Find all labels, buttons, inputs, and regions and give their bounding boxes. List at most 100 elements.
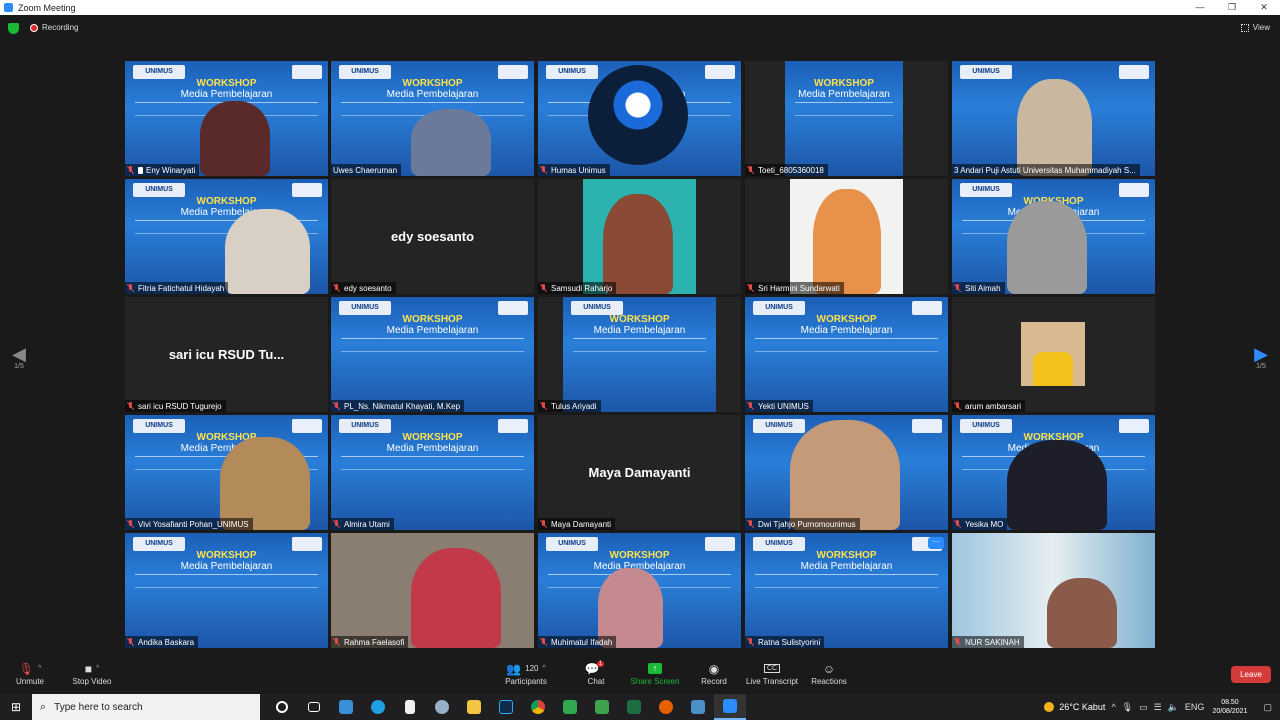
task-view-icon[interactable] [298,694,330,720]
video-tile[interactable]: UNIMUS WORKSHOP Media Pembelajaran PL_Ns. … [331,297,534,412]
cortana-icon[interactable] [266,694,298,720]
window-titlebar: Zoom Meeting — ❐ ✕ [0,0,1280,15]
network-icon[interactable]: ☰ [1154,702,1162,713]
video-tile[interactable]: UNIMUS WORKSHOP Media Pembelajaran Muhimat… [538,533,741,648]
mic-muted-icon [747,638,754,646]
record-icon: ◉ [708,661,720,676]
video-tile[interactable]: UNIMUSWORKSHOPMedia Pembelajaran Siti Ai… [952,179,1155,294]
photos-icon[interactable] [682,694,714,720]
video-tile[interactable]: sari icu RSUD Tu... sari icu RSUD Tugure… [125,297,328,412]
view-button[interactable]: View [1240,23,1270,32]
chrome-icon[interactable] [522,694,554,720]
participant-name-label: 3 Andari Puji Astuti Universitas Muhamma… [952,164,1140,176]
window-title: Zoom Meeting [18,2,76,13]
video-tile[interactable]: UNIMUS WORKSHOP Media Pembelajaran Fitria … [125,179,328,294]
mail-icon[interactable] [330,694,362,720]
participants-button[interactable]: 👥 120 ^ Participants [491,660,561,687]
recording-indicator[interactable]: Recording [30,23,78,32]
minimize-button[interactable]: — [1184,0,1216,15]
video-tile[interactable]: Rahma Faelasofi [331,533,534,648]
participant-display-name: sari icu RSUD Tu... [168,347,285,362]
camtasia-icon[interactable] [554,694,586,720]
video-tile[interactable]: UNIMUS 3 Andari Puji Astuti Universitas … [952,61,1155,176]
leave-button[interactable]: Leave [1231,666,1271,683]
video-tile[interactable]: arum ambarsari [952,297,1155,412]
participant-display-name: Maya Damayanti [588,465,691,480]
video-tile[interactable]: NUR SAKINAH [952,533,1155,648]
mic-muted-icon [954,402,961,410]
weather-icon [1044,702,1055,712]
tray-chevron-icon[interactable]: ^ [1111,702,1115,712]
unmute-options-caret[interactable]: ^ [38,665,41,672]
excel-icon[interactable] [618,694,650,720]
video-tile[interactable]: UNIMUS WORKSHOP Media Pembelajaran Eny Win… [125,61,328,176]
meeting-area: Recording View ◀ 1/5 ▶ 1/5 UNIMUS WORKSHO… [0,15,1280,657]
battery-icon[interactable]: ▭ [1139,702,1148,713]
video-tile[interactable]: UNIMUS WORKSHOP Media Pembelajaran Yekti U… [745,297,948,412]
weather-text[interactable]: 26°C Kabut [1059,702,1105,712]
video-tile[interactable]: UNIMUS WORKSHOP Media Pembelajaran Andika … [125,533,328,648]
reactions-button[interactable]: ☺ Reactions [794,660,864,687]
taskbar-search-box[interactable]: ⌕ Type here to search [32,694,260,720]
mic-muted-icon [127,166,134,174]
security-shield-icon[interactable] [8,23,19,34]
microphone-tray-icon[interactable]: 🎙 [1122,702,1133,713]
paint-icon[interactable] [426,694,458,720]
restore-button[interactable]: ❐ [1216,0,1248,15]
video-tile[interactable]: UNIMUSWORKSHOPMedia Pembelajaran Humas U… [538,61,741,176]
video-tile[interactable]: UNIMUS WORKSHOP Media Pembelajaran Tulus A… [538,297,741,412]
video-tile[interactable]: UNIMUS WORKSHOP Media Pembelajaran Vivi Yo… [125,415,328,530]
video-tile-active-speaker[interactable]: UNIMUS WORKSHOP Media Pembelajaran Uwes Ch… [331,61,534,176]
windows-start-icon[interactable]: ⊞ [0,694,32,720]
webcam-mascot-image [588,65,688,165]
video-tile[interactable]: Sri Harmini Sundarwati [745,179,948,294]
windows-taskbar: ⊞ ⌕ Type here to search 26°C Kabut ^ 🎙 ▭… [0,694,1280,720]
microphone-muted-icon: 🎙 [18,661,34,676]
page-indicator-left: 1/5 [14,363,24,370]
participant-name-label: sari icu RSUD Tugurejo [125,400,226,412]
firefox-icon[interactable] [650,694,682,720]
mic-muted-icon [127,520,134,528]
photoshop-icon[interactable] [490,694,522,720]
participant-name-label: NUR SAKINAH [952,636,1024,648]
mic-muted-icon [333,284,340,292]
mic-muted-icon [333,402,340,410]
more-options-icon[interactable]: ··· [928,537,944,549]
unmute-button[interactable]: 🎙 ^ Unmute [0,660,65,687]
participant-name-label: Yesika MO [952,518,1008,530]
participants-count: 120 [525,664,539,673]
participant-name-label: PL_Ns. Nikmatul Khayati, M.Kep [331,400,465,412]
participant-name-label: Yekti UNIMUS [745,400,813,412]
video-tile[interactable]: WORKSHOP Media Pembelajaran Toeti_6805360… [745,61,948,176]
closed-caption-icon: CC [763,664,781,673]
next-page-button[interactable]: ▶ 1/5 [1254,345,1268,370]
notifications-icon[interactable]: ▢ [1263,702,1272,713]
video-tile[interactable]: Samsudi Raharjo [538,179,741,294]
video-tile[interactable]: Maya Damayanti Maya Damayanti [538,415,741,530]
participants-icon: 👥 [506,661,522,676]
zoom-taskbar-icon[interactable] [714,694,746,720]
participants-options-caret[interactable]: ^ [543,665,546,672]
edge-icon[interactable] [362,694,394,720]
document-icon[interactable] [394,694,426,720]
video-tile[interactable]: UNIMUS WORKSHOP Media Pembelajaran Almira … [331,415,534,530]
taskbar-clock[interactable]: 08.50 20/08/2021 [1212,698,1247,716]
video-tile[interactable]: edy soesanto edy soesanto [331,179,534,294]
video-tile[interactable]: UNIMUS WORKSHOP Media Pembelajaran ··· Rat… [745,533,948,648]
mic-muted-icon [747,284,754,292]
mic-muted-icon [333,520,340,528]
file-explorer-icon[interactable] [458,694,490,720]
mic-muted-icon [747,402,754,410]
close-button[interactable]: ✕ [1248,0,1280,15]
zoom-app-icon [4,3,13,12]
video-camera-icon: ■ [84,661,92,676]
stop-video-button[interactable]: ■ ^ Stop Video [57,660,127,687]
language-indicator[interactable]: ENG [1185,702,1205,712]
previous-page-button[interactable]: ◀ 1/5 [12,345,26,370]
video-options-caret[interactable]: ^ [96,665,99,672]
spreadsheet-icon[interactable] [586,694,618,720]
volume-icon[interactable]: 🔈 [1168,702,1179,713]
video-tile[interactable]: UNIMUS Dwi Tjahjo Purnomounimus [745,415,948,530]
mic-muted-icon [127,284,134,292]
video-tile[interactable]: UNIMUSWORKSHOPMedia Pembelajaran Yesika … [952,415,1155,530]
